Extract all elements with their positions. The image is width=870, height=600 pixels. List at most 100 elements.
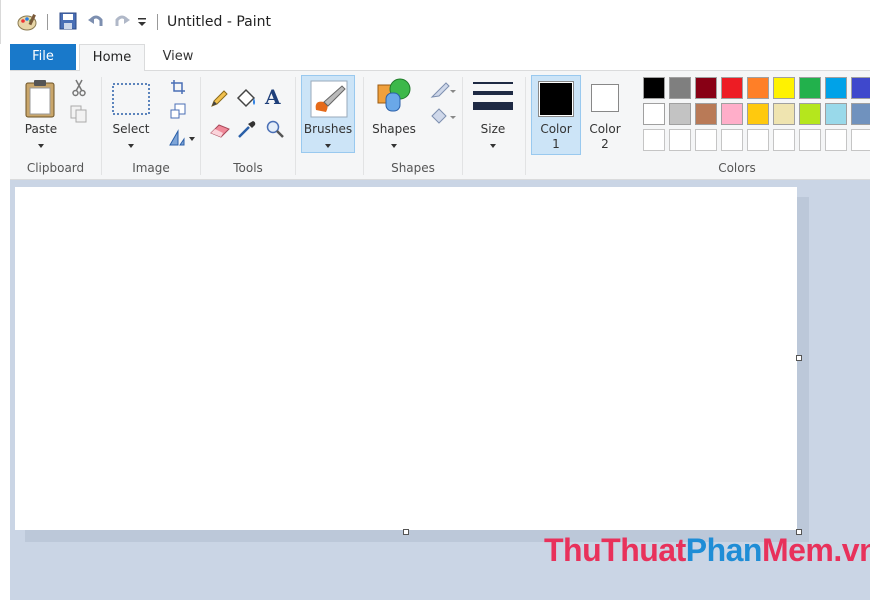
brushes-button[interactable]: Brushes	[301, 75, 355, 153]
watermark-part: ThuThuat	[544, 532, 686, 568]
color-swatch[interactable]	[721, 103, 743, 125]
paste-icon[interactable]	[24, 79, 58, 119]
custom-color-slot[interactable]	[799, 129, 821, 151]
crop-icon[interactable]	[170, 79, 186, 95]
brush-icon	[310, 80, 348, 118]
resize-icon[interactable]	[170, 103, 186, 119]
watermark: ThuThuatPhanMem.vn	[544, 532, 870, 569]
image-group: Select Image	[102, 71, 200, 179]
color1-number: 1	[552, 137, 560, 151]
color-swatch[interactable]	[721, 77, 743, 99]
title-bar: Untitled - Paint	[0, 0, 870, 44]
custom-color-slot[interactable]	[747, 129, 769, 151]
select-dropdown-arrow[interactable]	[128, 144, 134, 148]
rotate-icon[interactable]	[168, 129, 196, 147]
custom-color-slot[interactable]	[825, 129, 847, 151]
watermark-part: Phan	[685, 532, 763, 568]
resize-handle-right[interactable]	[796, 355, 802, 361]
shapes-group-label: Shapes	[391, 161, 435, 175]
customize-toolbar-icon[interactable]	[137, 15, 147, 29]
tools-group: A Tools	[201, 71, 295, 179]
select-label[interactable]: Select	[106, 122, 156, 136]
clipboard-group-label: Clipboard	[26, 161, 85, 175]
drawing-canvas[interactable]	[15, 187, 797, 530]
magnifier-icon[interactable]	[265, 119, 285, 139]
size-icon	[473, 82, 513, 110]
color2-frame	[591, 84, 619, 112]
brushes-label: Brushes	[303, 122, 353, 136]
outline-icon[interactable]	[430, 81, 456, 99]
select-icon[interactable]	[112, 83, 150, 115]
paste-dropdown-arrow[interactable]	[38, 144, 44, 148]
custom-color-slot[interactable]	[851, 129, 870, 151]
image-group-label: Image	[132, 161, 170, 175]
fill-bucket-icon[interactable]	[235, 87, 257, 109]
paste-label[interactable]: Paste	[16, 122, 66, 136]
color-swatch[interactable]	[695, 103, 717, 125]
color1-swatch	[540, 83, 572, 115]
color-picker-icon[interactable]	[237, 119, 257, 139]
color-swatch[interactable]	[825, 77, 847, 99]
undo-icon[interactable]	[87, 12, 105, 30]
size-group[interactable]: Size	[463, 71, 525, 179]
tab-view[interactable]: View	[150, 44, 206, 71]
color-swatch[interactable]	[851, 103, 870, 125]
color2-label: Color	[589, 122, 621, 136]
colors-group-label: Colors	[718, 161, 756, 175]
color2-button[interactable]: Color 2	[581, 71, 631, 179]
color-swatch[interactable]	[747, 77, 769, 99]
color-swatch[interactable]	[669, 77, 691, 99]
paint-palette-icon[interactable]	[17, 12, 39, 32]
tools-group-label: Tools	[233, 161, 263, 175]
color-swatch[interactable]	[643, 103, 665, 125]
size-dropdown-arrow	[490, 144, 496, 148]
redo-icon[interactable]	[111, 12, 131, 30]
color-swatch[interactable]	[851, 77, 870, 99]
window-title: Untitled - Paint	[167, 14, 271, 30]
color-swatch[interactable]	[799, 77, 821, 99]
color1-frame	[538, 81, 574, 117]
color1-label: Color	[540, 122, 572, 136]
color-swatch[interactable]	[669, 103, 691, 125]
shapes-group: Shapes Shapes	[364, 71, 462, 179]
separator	[47, 14, 48, 30]
tab-home[interactable]: Home	[79, 44, 145, 71]
pencil-icon[interactable]	[209, 89, 229, 109]
color1-button[interactable]: Color 1	[531, 75, 581, 155]
save-icon[interactable]	[59, 12, 77, 30]
clipboard-group: Paste Clipboard	[10, 71, 101, 179]
copy-icon[interactable]	[70, 105, 88, 123]
color-swatch[interactable]	[747, 103, 769, 125]
custom-color-slot[interactable]	[669, 129, 691, 151]
separator	[157, 14, 158, 30]
eraser-icon[interactable]	[209, 121, 231, 139]
tab-file[interactable]: File	[10, 44, 76, 71]
custom-color-slot[interactable]	[721, 129, 743, 151]
color-swatch[interactable]	[773, 77, 795, 99]
custom-color-slot[interactable]	[773, 129, 795, 151]
brushes-dropdown-arrow	[325, 144, 331, 148]
color-swatch[interactable]	[643, 77, 665, 99]
watermark-part: Mem.vn	[761, 532, 870, 568]
colors-group: Colors	[631, 71, 870, 179]
color-swatch[interactable]	[695, 77, 717, 99]
color2-number: 2	[601, 137, 609, 151]
text-icon[interactable]: A	[265, 85, 281, 109]
color-swatch[interactable]	[773, 103, 795, 125]
group-divider	[295, 77, 296, 175]
group-divider	[525, 77, 526, 175]
color2-swatch	[593, 86, 617, 110]
shapes-dropdown-arrow[interactable]	[391, 144, 397, 148]
custom-color-slot[interactable]	[695, 129, 717, 151]
shapes-icon[interactable]	[376, 77, 412, 113]
color-swatch[interactable]	[825, 103, 847, 125]
ribbon: Paste Clipboard Select Image A Tools Bru…	[10, 70, 870, 180]
fill-icon[interactable]	[430, 107, 456, 125]
resize-handle-bottom[interactable]	[403, 529, 409, 535]
scissors-icon[interactable]	[72, 79, 86, 97]
custom-color-slot[interactable]	[643, 129, 665, 151]
ribbon-tabs: File Home View	[10, 44, 870, 71]
shapes-label[interactable]: Shapes	[368, 122, 420, 136]
color-swatch[interactable]	[799, 103, 821, 125]
size-label: Size	[480, 122, 506, 136]
